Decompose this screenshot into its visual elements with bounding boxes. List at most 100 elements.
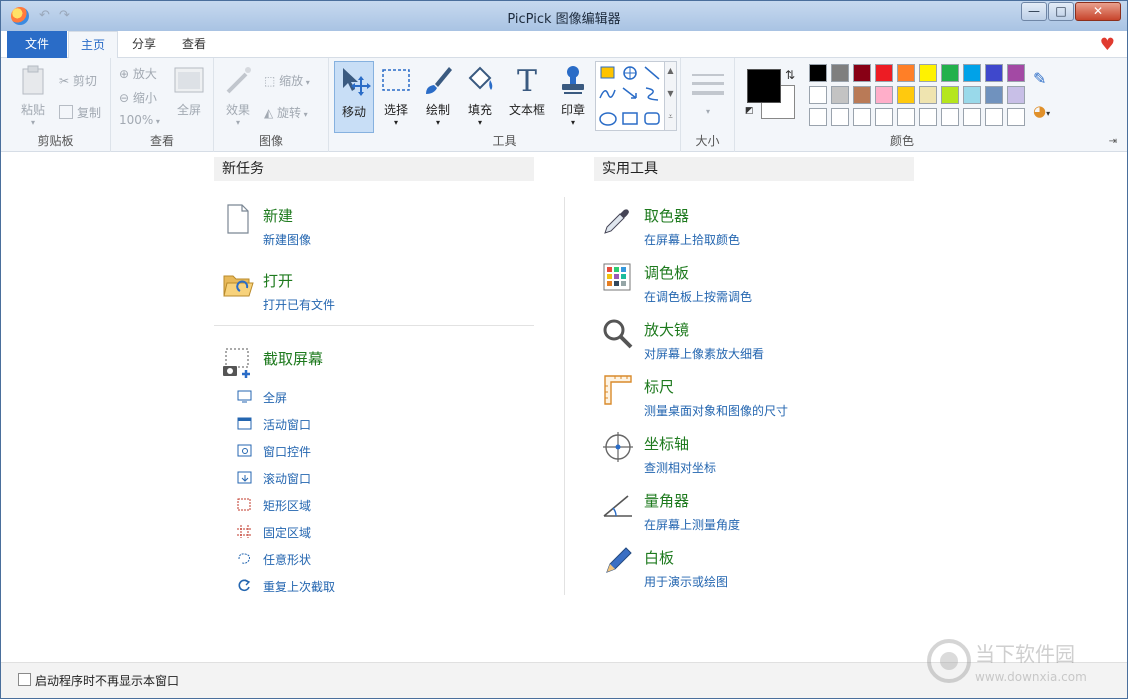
gallery-expand-icon[interactable]: ⩡ bbox=[665, 112, 676, 122]
copy-button[interactable]: 复制 bbox=[59, 104, 101, 121]
tab-view[interactable]: 查看 bbox=[171, 31, 217, 58]
open-link[interactable]: 打开 bbox=[263, 270, 293, 291]
palette-swatch[interactable] bbox=[919, 86, 937, 104]
palette-swatch[interactable] bbox=[963, 86, 981, 104]
capture-repeat-last[interactable]: 重复上次截取 bbox=[263, 578, 335, 595]
palette-swatch[interactable] bbox=[985, 64, 1003, 82]
palette-swatch[interactable] bbox=[919, 108, 937, 126]
palette-swatch[interactable] bbox=[897, 64, 915, 82]
scroll-down-icon[interactable]: ▼ bbox=[665, 89, 676, 98]
select-button[interactable]: 选择 ▾ bbox=[377, 64, 415, 127]
palette-swatch[interactable] bbox=[831, 64, 849, 82]
fullscreen-button[interactable]: 全屏 bbox=[171, 64, 207, 118]
magnifier-link[interactable]: 放大镜 bbox=[644, 319, 689, 340]
palette-swatch[interactable] bbox=[897, 86, 915, 104]
capture-fixed-region[interactable]: 固定区域 bbox=[263, 524, 311, 541]
shape-gallery-scrollbar[interactable]: ▲ ▼ ⩡ bbox=[664, 62, 676, 130]
zoom-out-button[interactable]: ⊖ 缩小 bbox=[119, 89, 157, 106]
zoom-level-select[interactable]: 100% ▾ bbox=[119, 113, 160, 127]
palette-swatch[interactable] bbox=[875, 108, 893, 126]
fill-button[interactable]: 填充 ▾ bbox=[461, 64, 499, 127]
capture-scrolling-window[interactable]: 滚动窗口 bbox=[263, 470, 311, 487]
move-icon bbox=[343, 68, 371, 96]
capture-freehand[interactable]: 任意形状 bbox=[263, 551, 311, 568]
protractor-icon[interactable] bbox=[602, 488, 634, 520]
palette-swatch[interactable] bbox=[941, 64, 959, 82]
tab-home[interactable]: 主页 bbox=[68, 31, 118, 59]
move-button[interactable]: 移动 bbox=[334, 61, 374, 133]
scroll-up-icon[interactable]: ▲ bbox=[665, 66, 676, 75]
palette-swatch[interactable] bbox=[963, 64, 981, 82]
capture-rect-region[interactable]: 矩形区域 bbox=[263, 497, 311, 514]
palette-swatch[interactable] bbox=[853, 86, 871, 104]
tab-file[interactable]: 文件 bbox=[7, 31, 67, 58]
palette-swatch[interactable] bbox=[985, 86, 1003, 104]
ruler-link[interactable]: 标尺 bbox=[644, 376, 674, 397]
palette-swatch[interactable] bbox=[1007, 108, 1025, 126]
palette-swatch[interactable] bbox=[963, 108, 981, 126]
palette-swatch[interactable] bbox=[985, 108, 1003, 126]
minimize-button[interactable]: — bbox=[1021, 2, 1047, 21]
new-link[interactable]: 新建 bbox=[263, 205, 293, 226]
reset-colors-icon[interactable]: ◩ bbox=[745, 106, 754, 116]
line-icon bbox=[644, 66, 660, 80]
capture-active-window[interactable]: 活动窗口 bbox=[263, 416, 311, 433]
palette-swatch[interactable] bbox=[809, 86, 827, 104]
swap-colors-icon[interactable]: ⇅ bbox=[785, 68, 795, 82]
shape-gallery[interactable]: ▲ ▼ ⩡ bbox=[595, 61, 677, 131]
maximize-button[interactable]: □ bbox=[1048, 2, 1074, 21]
zoom-in-button[interactable]: ⊕ 放大 bbox=[119, 65, 157, 82]
dont-show-label[interactable]: 启动程序时不再显示本窗口 bbox=[35, 672, 179, 689]
resize-button[interactable]: ⬚ 缩放 ▾ bbox=[264, 72, 310, 89]
repeat-capture-icon bbox=[238, 579, 251, 592]
stamp-icon bbox=[562, 66, 584, 94]
palette-swatch[interactable] bbox=[831, 108, 849, 126]
capture-window-control[interactable]: 窗口控件 bbox=[263, 443, 311, 460]
palette-swatch[interactable] bbox=[875, 86, 893, 104]
new-file-icon[interactable] bbox=[225, 203, 251, 235]
capture-fullscreen[interactable]: 全屏 bbox=[263, 389, 287, 406]
color-wheel-icon[interactable]: ◕▾ bbox=[1033, 102, 1050, 120]
color-picker-icon[interactable] bbox=[601, 205, 633, 237]
palette-swatch[interactable] bbox=[941, 108, 959, 126]
screen-capture-icon[interactable] bbox=[222, 347, 254, 379]
color-palette-icon[interactable] bbox=[603, 263, 631, 291]
draw-button[interactable]: 绘制 ▾ bbox=[419, 64, 457, 127]
palette-swatch[interactable] bbox=[1007, 64, 1025, 82]
palette-swatch[interactable] bbox=[941, 86, 959, 104]
palette-swatch[interactable] bbox=[875, 64, 893, 82]
color-picker-link[interactable]: 取色器 bbox=[644, 205, 689, 226]
close-button[interactable]: ✕ bbox=[1075, 2, 1121, 21]
crosshair-link[interactable]: 坐标轴 bbox=[644, 433, 689, 454]
cut-button[interactable]: ✂ 剪切 bbox=[59, 72, 97, 89]
magnifier-icon[interactable] bbox=[602, 318, 634, 350]
palette-swatch[interactable] bbox=[809, 108, 827, 126]
rotate-button[interactable]: ◭ 旋转 ▾ bbox=[264, 104, 308, 121]
palette-swatch[interactable] bbox=[853, 108, 871, 126]
palette-swatch[interactable] bbox=[853, 64, 871, 82]
ruler-icon[interactable] bbox=[603, 374, 633, 406]
palette-swatch[interactable] bbox=[809, 64, 827, 82]
color-palette-link[interactable]: 调色板 bbox=[644, 262, 689, 283]
open-folder-icon[interactable] bbox=[222, 271, 254, 299]
line-size-button[interactable]: ▾ bbox=[690, 70, 726, 116]
stamp-button[interactable]: 印章 ▾ bbox=[553, 64, 593, 127]
textbox-button[interactable]: T 文本框 bbox=[505, 64, 549, 118]
whiteboard-pen-icon[interactable] bbox=[602, 545, 634, 577]
utilities-heading: 实用工具 bbox=[594, 157, 914, 181]
palette-swatch[interactable] bbox=[897, 108, 915, 126]
heart-icon[interactable]: ♥ bbox=[1100, 35, 1115, 55]
dont-show-checkbox[interactable] bbox=[18, 673, 31, 686]
whiteboard-link[interactable]: 白板 bbox=[644, 547, 674, 568]
crosshair-icon[interactable] bbox=[602, 431, 634, 463]
palette-swatch[interactable] bbox=[1007, 86, 1025, 104]
eyedropper-icon[interactable]: ✎ bbox=[1033, 69, 1046, 88]
palette-swatch[interactable] bbox=[919, 64, 937, 82]
tab-share[interactable]: 分享 bbox=[121, 31, 167, 58]
effects-button[interactable]: 效果 ▾ bbox=[220, 64, 256, 127]
paste-button[interactable]: 粘贴 ▾ bbox=[15, 64, 51, 127]
palette-swatch[interactable] bbox=[831, 86, 849, 104]
protractor-link[interactable]: 量角器 bbox=[644, 490, 689, 511]
primary-color[interactable] bbox=[747, 69, 781, 103]
pin-ribbon-icon[interactable]: ⇥ bbox=[1109, 136, 1117, 147]
